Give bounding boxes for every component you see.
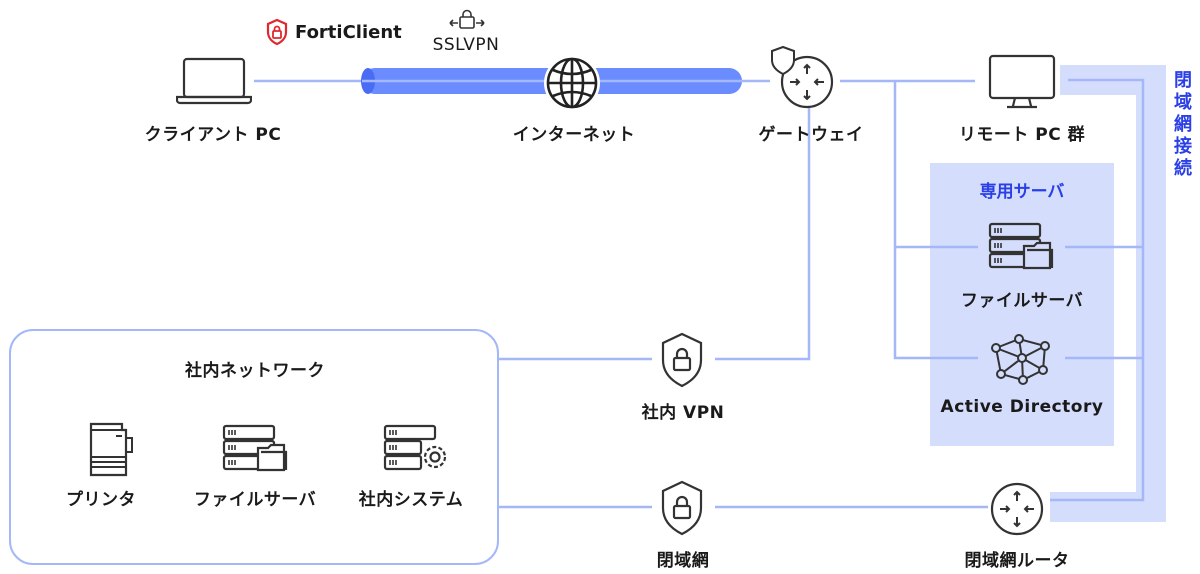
gateway-vpn-link (715, 108, 811, 361)
forticlient: FortiClient (265, 18, 402, 46)
vertical-label-char: 網 (1174, 114, 1192, 135)
system-server-icon (383, 424, 449, 474)
globe-icon (543, 54, 601, 112)
router-icon (990, 482, 1044, 536)
intranet-system-label: 社内システム (358, 490, 464, 510)
dedicated-file-server-label: ファイルサーバ (960, 291, 1084, 311)
network-mesh-icon (990, 334, 1052, 386)
printer-icon (88, 420, 136, 478)
forticlient-label: FortiClient (295, 21, 402, 43)
printer-label: プリンタ (66, 490, 136, 510)
file-server-icon (222, 424, 288, 474)
router-shield-icon (770, 45, 836, 111)
closed-network-label: 閉域網 (656, 551, 710, 571)
remote-pc-label: リモート PC 群 (958, 125, 1086, 145)
vertical-label-char: 閉 (1174, 70, 1192, 91)
dedicated-server-title: 専用サーバ (979, 182, 1065, 202)
lock-arrows-icon (448, 8, 486, 32)
file-server-icon (988, 222, 1054, 272)
vertical-label-char: 接 (1174, 136, 1192, 157)
vertical-label-char: 続 (1174, 158, 1192, 179)
gateway-label: ゲートウェイ (758, 125, 864, 145)
intranet-file-server-label: ファイルサーバ (193, 490, 317, 510)
shield-lock-icon (266, 18, 288, 46)
closed-network-router-label: 閉域網ルータ (964, 551, 1070, 571)
client-pc-label: クライアント PC (144, 125, 282, 145)
shield-lock-icon (660, 332, 704, 388)
closed-network-connection-label: 閉域網接続 (1172, 70, 1194, 180)
active-directory-label: Active Directory (940, 397, 1104, 417)
internet-label: インターネット (512, 125, 636, 145)
shield-lock-icon (660, 480, 704, 536)
laptop-icon (176, 56, 252, 106)
vertical-label-char: 域 (1174, 92, 1192, 113)
intranet-vpn-label: 社内 VPN (641, 403, 725, 423)
monitor-icon (987, 54, 1057, 110)
sslvpn-label: SSLVPN (432, 35, 500, 55)
intranet-title: 社内ネットワーク (185, 361, 325, 381)
